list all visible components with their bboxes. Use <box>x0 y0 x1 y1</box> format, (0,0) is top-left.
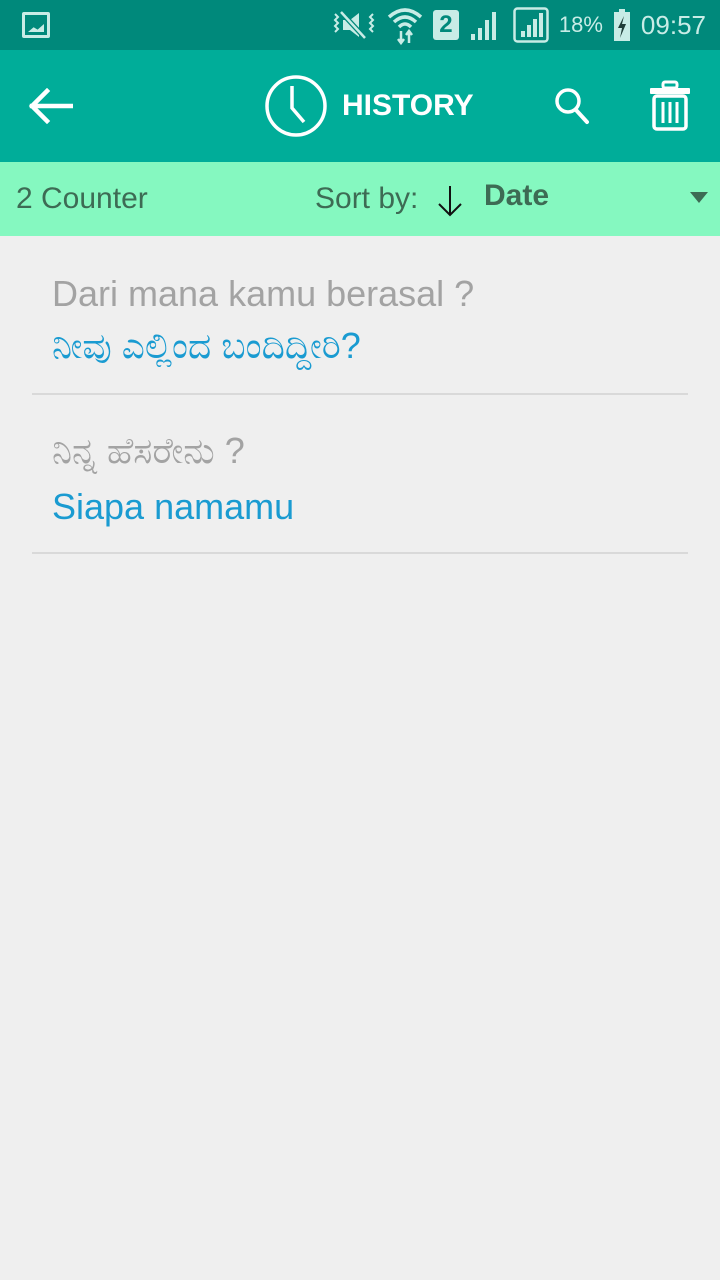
history-item[interactable]: Dari mana kamu berasal ? ನೀವು ಎಲ್ಲಿಂದ ಬಂ… <box>32 236 688 395</box>
back-arrow-icon <box>28 88 73 124</box>
sort-field-select[interactable]: Date <box>484 162 549 236</box>
back-button[interactable] <box>18 76 82 136</box>
signal-icon <box>469 8 503 42</box>
status-icons: 2 18% 09:57 <box>331 0 706 50</box>
status-bar: 2 18% 09:57 <box>0 0 720 50</box>
sort-by-label: Sort by: <box>315 182 419 215</box>
sim-2-icon: 2 <box>432 10 459 40</box>
arrow-down-icon <box>438 186 462 217</box>
source-text: Dari mana kamu berasal ? <box>52 273 475 314</box>
battery-percent: 18% <box>558 12 603 37</box>
delete-all-button[interactable] <box>638 72 702 140</box>
page-title: HISTORY <box>342 89 474 122</box>
history-item[interactable]: ನಿನ್ನ ಹೆಸರೇನು ? Siapa namamu <box>32 395 688 554</box>
history-counter: 2 Counter <box>16 182 148 215</box>
search-icon <box>555 88 589 124</box>
search-button[interactable] <box>540 76 604 136</box>
gallery-notification-icon <box>22 12 50 38</box>
translation-text: ನೀವು ಎಲ್ಲಿಂದ ಬಂದಿದ್ದೀರಿ? <box>52 325 361 366</box>
battery-charging-icon <box>613 8 631 42</box>
title-group: HISTORY <box>264 74 474 138</box>
history-list: Dari mana kamu berasal ? ನೀವು ಎಲ್ಲಿಂದ ಬಂ… <box>0 236 720 554</box>
app-bar: HISTORY <box>0 50 720 162</box>
source-text: ನಿನ್ನ ಹೆಸರೇನು ? <box>52 430 245 471</box>
wifi-icon <box>387 5 423 45</box>
sort-direction-toggle[interactable] <box>436 184 464 223</box>
dropdown-caret-icon[interactable] <box>690 192 708 203</box>
clock-time: 09:57 <box>640 9 706 40</box>
sort-bar: 2 Counter Sort by: Date <box>0 162 720 236</box>
trash-icon <box>650 80 690 131</box>
translation-text: Siapa namamu <box>52 486 295 527</box>
clock-icon <box>265 75 327 137</box>
vibrate-mute-icon <box>331 8 377 42</box>
signal-box-icon <box>513 7 549 43</box>
